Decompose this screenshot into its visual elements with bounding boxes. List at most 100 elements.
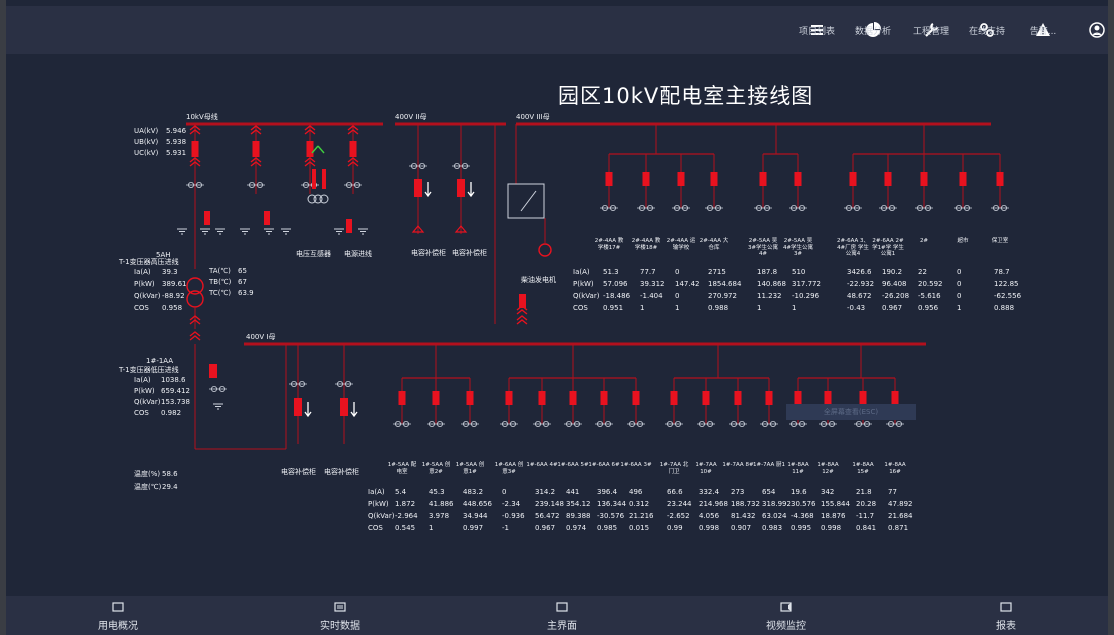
feeder-p: -22.932 xyxy=(847,280,875,288)
equipment-label: 电容补偿柜 xyxy=(324,468,359,476)
top-nav-warning[interactable]: 告警... xyxy=(1018,6,1068,54)
equipment-label: 电压互感器 xyxy=(296,250,331,258)
feeder-cos: 1 xyxy=(757,304,762,312)
feeder-ia: 332.4 xyxy=(699,488,720,496)
bottom-nav-monitor[interactable]: 用电概况 xyxy=(68,601,168,632)
bottom-nav-home[interactable]: 主界面 xyxy=(512,601,612,632)
bottom-nav-list[interactable]: 实时数据 xyxy=(290,601,390,632)
ground-icon xyxy=(177,228,187,235)
top-nav-label: ... xyxy=(1092,27,1102,37)
feeder-q: -18.486 xyxy=(603,292,631,300)
chevron-icon xyxy=(516,315,528,325)
top-nav-user[interactable]: ... xyxy=(1072,6,1114,54)
feeder-cos: 0.871 xyxy=(888,524,909,532)
feeder-ia: 314.2 xyxy=(535,488,556,496)
feeder-p: 317.772 xyxy=(792,280,821,288)
feeder-cos: 0.997 xyxy=(463,524,484,532)
feeder-cos: 1 xyxy=(957,304,962,312)
top-nav-wrench[interactable]: 工程管理 xyxy=(906,6,956,54)
feeder-name: 2#-4AA 运输学校 xyxy=(666,238,696,251)
feeder-cos: 0.985 xyxy=(597,524,618,532)
bottom-nav-table[interactable]: 报表 xyxy=(956,601,1056,632)
feeder-name: 1#-7AA 10# xyxy=(695,462,717,475)
feeder-name: 2#-4AA 教学楼17# xyxy=(594,238,624,251)
feeder-cos: -1 xyxy=(502,524,509,532)
feeder-p: 122.85 xyxy=(994,280,1019,288)
feeder-ia: 21.8 xyxy=(856,488,872,496)
metric-label: Q(kVar) xyxy=(134,398,161,406)
feeder-ia: 342 xyxy=(821,488,835,496)
top-nav-label: 项目列表 xyxy=(798,27,835,37)
feeder-q: -1.404 xyxy=(640,292,663,300)
feeder-ia: 2715 xyxy=(708,268,726,276)
feeder-q: 4.056 xyxy=(699,512,720,520)
generator-icon xyxy=(538,243,552,257)
breaker-symbol xyxy=(891,391,899,405)
temp-label: TA(℃) xyxy=(209,267,231,275)
feeder-name: 1#-7AA 8# xyxy=(722,462,754,468)
top-nav-pie-chart[interactable]: 数据分析 xyxy=(848,6,898,54)
top-nav-link[interactable]: 在线支持 xyxy=(962,6,1012,54)
feeder-name: 1#-5AA 创意1# xyxy=(455,462,485,475)
metric-value: 389.61 xyxy=(162,280,187,288)
feeder-cos: 0.998 xyxy=(821,524,842,532)
feeder-ia: 0 xyxy=(675,268,680,276)
metric-label: P(kW) xyxy=(134,387,155,395)
env-label: 温度(%) xyxy=(134,470,161,478)
breaker-symbol xyxy=(859,391,867,405)
feeder-p: 318.992 xyxy=(762,500,791,508)
feeder-ia: 3426.6 xyxy=(847,268,872,276)
fullscreen-hint[interactable]: 全屏幕查看(ESC) xyxy=(786,404,916,420)
breaker-symbol xyxy=(252,141,260,157)
breaker-symbol xyxy=(765,391,773,405)
transformer-desc: T-1变压器高压进线 xyxy=(119,258,179,266)
feeder-p: 147.42 xyxy=(675,280,700,288)
breaker-symbol xyxy=(414,179,422,197)
breaker-symbol xyxy=(677,172,685,186)
feeder-p: 0 xyxy=(957,280,962,288)
metric-value: 39.3 xyxy=(162,268,178,276)
feeder-p: 136.344 xyxy=(597,500,626,508)
feeder-name: 1#-6AA 6# xyxy=(588,462,620,468)
bottom-nav-video[interactable]: 视频监控 xyxy=(736,601,836,632)
breaker-symbol xyxy=(642,172,650,186)
feeder-p: 239.148 xyxy=(535,500,564,508)
pt-circle xyxy=(319,194,329,204)
feeder-cos: 0.998 xyxy=(699,524,720,532)
breaker-symbol xyxy=(794,391,802,405)
feeder-q: -5.616 xyxy=(918,292,941,300)
voltage-value: 5.946 xyxy=(166,127,187,135)
top-nav-label: 数据分析 xyxy=(854,27,891,37)
row-label: Ia(A) xyxy=(368,488,385,496)
temp-value: 67 xyxy=(238,278,247,286)
feeder-p: 20.592 xyxy=(918,280,943,288)
breaker-symbol xyxy=(538,391,546,405)
feeder-cos: 0.888 xyxy=(994,304,1015,312)
top-nav-list[interactable]: 项目列表 xyxy=(792,6,842,54)
feeder-q: 3.978 xyxy=(429,512,450,520)
feeder-name: 2#-6AA 2#学1#学 学生公寓1 xyxy=(872,238,904,257)
row-label: Q(kVar) xyxy=(368,512,395,520)
feeder-ia: 441 xyxy=(566,488,580,496)
metric-label: Ia(A) xyxy=(134,376,151,384)
feeder-p: 23.244 xyxy=(667,500,692,508)
metric-value: 659.412 xyxy=(161,387,190,395)
feeder-ia: 190.2 xyxy=(882,268,903,276)
feeder-cos: 0.015 xyxy=(629,524,650,532)
feeder-ia: 654 xyxy=(762,488,776,496)
top-nav-label: 告警... xyxy=(1029,27,1057,37)
ground-icon xyxy=(281,228,291,235)
feeder-q: 18.876 xyxy=(821,512,846,520)
feeder-name: 1#-8AA 11# xyxy=(787,462,809,475)
feeder-ia: 5.4 xyxy=(395,488,407,496)
feeder-cos: 1 xyxy=(675,304,680,312)
temp-label: TB(℃) xyxy=(209,278,232,286)
feeder-name: 2#-4AA 大仓库 xyxy=(699,238,729,251)
bus-400v-iii-label: 400V III母 xyxy=(516,113,550,121)
feeder-p: 214.968 xyxy=(699,500,728,508)
metric-value: 153.738 xyxy=(161,398,190,406)
breaker-symbol xyxy=(204,211,210,225)
feeder-q: 270.972 xyxy=(708,292,737,300)
bus-400v-i-label: 400V I母 xyxy=(246,333,276,341)
window-frame-right xyxy=(1108,0,1114,635)
